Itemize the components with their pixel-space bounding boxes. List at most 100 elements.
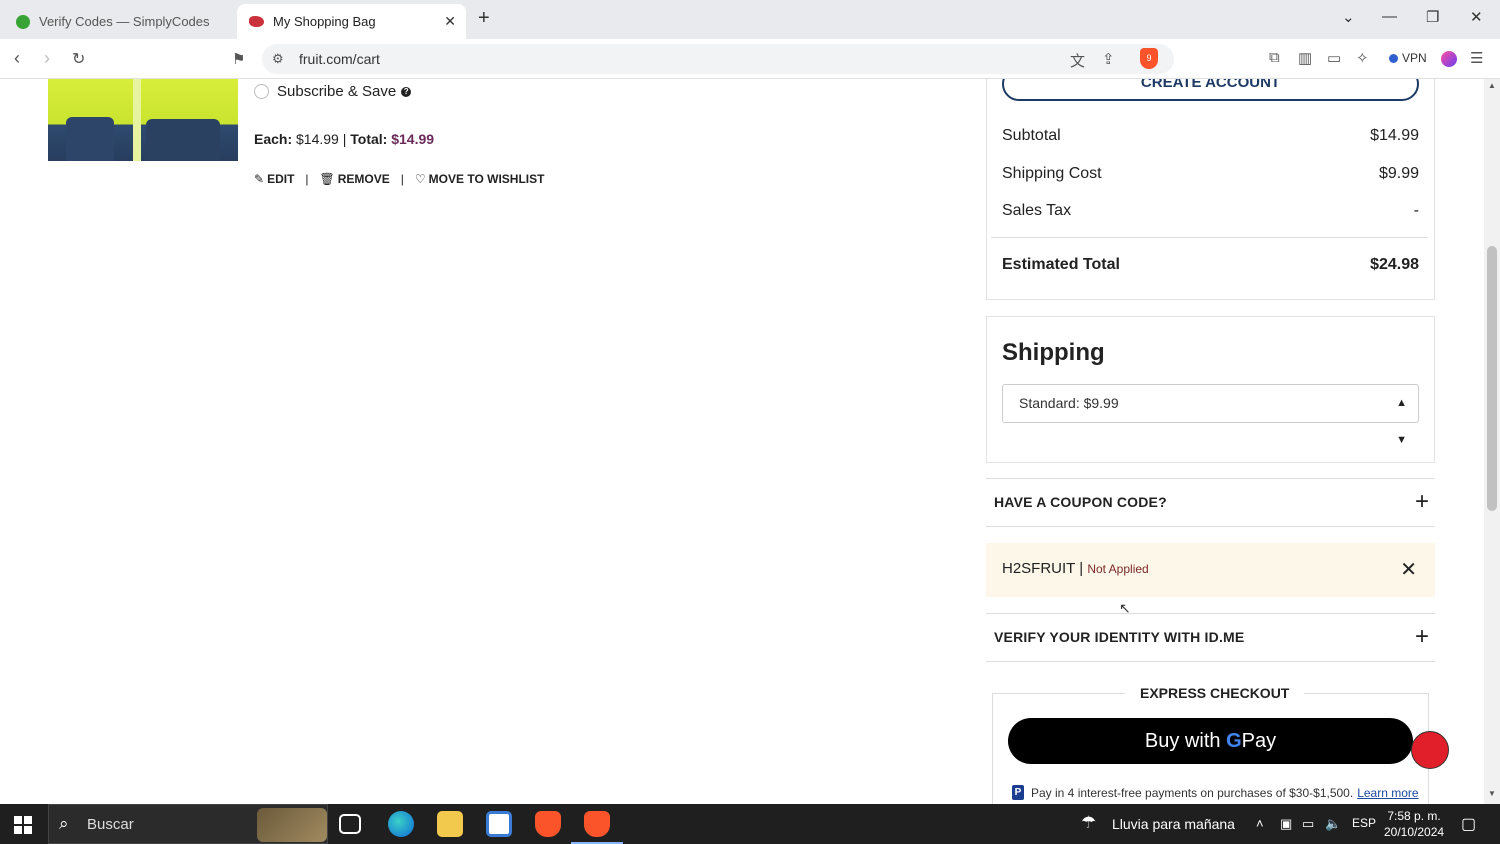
expand-plus-icon[interactable]: + — [1415, 488, 1429, 516]
shipping-cost-label: Shipping Cost — [1002, 165, 1102, 182]
weather-icon[interactable]: ☂ — [1081, 813, 1096, 833]
cart-page: Subscribe & Save ? Each: $14.99 | Total:… — [0, 79, 1500, 804]
device-icon[interactable]: ▣ — [1280, 816, 1292, 832]
search-highlight-image — [257, 808, 327, 842]
clock-time: 7:58 p. m. — [1387, 809, 1441, 823]
extensions-icon[interactable]: ⧉ — [1269, 49, 1280, 66]
vpn-label: VPN — [1402, 51, 1427, 65]
create-account-button[interactable]: CREATE ACCOUNT — [1002, 79, 1419, 101]
action-separator: | — [400, 172, 404, 186]
item-actions: ✎ EDIT | 🗑 REMOVE | ♡ MOVE TO WISHLIST — [254, 172, 544, 186]
coupon-separator: | — [1079, 560, 1084, 577]
notifications-icon[interactable]: ▢ — [1461, 814, 1476, 834]
shipping-selected-value: Standard: $9.99 — [1019, 395, 1119, 411]
volume-icon[interactable]: 🔈 — [1325, 816, 1341, 832]
subtotal-row: Subtotal $14.99 — [1002, 127, 1419, 145]
close-tab-icon[interactable]: ✕ — [444, 13, 456, 30]
address-bar[interactable]: ⚙ fruit.com/cart 文 ⇪ 9 — [262, 44, 1174, 74]
trash-icon: 🗑 — [319, 172, 335, 186]
site-info-icon[interactable]: ⚙ — [272, 51, 284, 67]
paypal-text: Pay in 4 interest-free payments on purch… — [1031, 785, 1354, 800]
remove-link[interactable]: 🗑 REMOVE — [320, 172, 390, 186]
file-explorer-icon[interactable] — [437, 811, 463, 837]
forward-icon[interactable]: › — [44, 48, 50, 69]
show-hidden-icons-icon[interactable]: ˄ — [1256, 816, 1264, 831]
action-separator: | — [305, 172, 309, 186]
scrollbar-thumb[interactable] — [1487, 246, 1497, 511]
help-icon[interactable]: ? — [401, 86, 412, 97]
microsoft-store-icon[interactable] — [486, 811, 512, 837]
minimize-icon[interactable]: — — [1382, 8, 1397, 25]
simplycodes-favicon-icon — [16, 14, 30, 29]
item-total-price: $14.99 — [391, 131, 435, 147]
share-icon[interactable]: ⇪ — [1102, 50, 1115, 68]
scroll-up-icon[interactable]: ▲ — [1488, 81, 1496, 90]
brave-shields-icon[interactable]: 9 — [1140, 48, 1158, 69]
paypal-installments: P Pay in 4 interest-free payments on pur… — [1012, 785, 1419, 800]
vpn-status-icon — [1389, 53, 1398, 63]
tab-shopping-bag[interactable]: My Shopping Bag ✕ — [237, 4, 466, 39]
coupon-accordion[interactable]: HAVE A COUPON CODE? + — [986, 478, 1435, 527]
brave-active-icon[interactable] — [571, 811, 623, 844]
language-indicator[interactable]: ESP — [1352, 816, 1376, 830]
vpn-button[interactable]: VPN — [1383, 47, 1433, 69]
windows-start-icon[interactable] — [14, 816, 32, 834]
idme-accordion-label: VERIFY YOUR IDENTITY WITH ID.ME — [994, 629, 1245, 645]
coupon-code-line: H2SFRUIT | Not Applied — [1002, 560, 1149, 577]
edit-link[interactable]: ✎ EDIT — [254, 172, 294, 186]
wishlist-link[interactable]: ♡ MOVE TO WISHLIST — [415, 172, 545, 186]
tab-strip: Verify Codes — SimplyCodes My Shopping B… — [0, 0, 1500, 39]
network-icon[interactable]: ▭ — [1302, 816, 1314, 832]
leo-ai-icon[interactable]: ✧ — [1356, 49, 1369, 67]
tab-title: My Shopping Bag — [273, 14, 376, 29]
shipping-method-select[interactable]: Standard: $9.99 ▲ ▼ — [1002, 384, 1419, 446]
gpay-prefix: Buy with — [1144, 730, 1221, 752]
brave-icon[interactable] — [535, 811, 561, 837]
expand-plus-icon[interactable]: + — [1415, 623, 1429, 651]
bookmark-icon[interactable]: ⚑ — [232, 50, 245, 68]
back-icon[interactable]: ‹ — [14, 48, 20, 69]
new-tab-icon[interactable]: + — [478, 7, 490, 30]
reload-icon[interactable]: ↻ — [72, 49, 85, 69]
brave-rewards-icon[interactable] — [1441, 51, 1457, 67]
scroll-down-icon[interactable]: ▼ — [1488, 789, 1496, 798]
product-image[interactable] — [48, 79, 238, 161]
edge-icon[interactable] — [388, 811, 414, 837]
page-scrollbar[interactable]: ▲ ▼ — [1484, 79, 1500, 804]
wishlist-label: MOVE TO WISHLIST — [428, 172, 545, 186]
tab-title: Verify Codes — SimplyCodes — [39, 14, 210, 29]
sales-tax-label: Sales Tax — [1002, 202, 1072, 219]
coupon-code: H2SFRUIT — [1002, 560, 1076, 577]
image-jeans-right — [146, 119, 220, 161]
learn-more-link[interactable]: Learn more — [1357, 786, 1418, 800]
sales-tax-row: Sales Tax - — [1002, 202, 1419, 220]
translate-icon[interactable]: 文 — [1070, 50, 1085, 71]
system-clock[interactable]: 7:58 p. m. 20/10/2024 — [1384, 808, 1444, 840]
fruit-favicon-icon — [249, 16, 264, 27]
maximize-icon[interactable]: ❐ — [1426, 8, 1439, 26]
wallet-icon[interactable]: ▭ — [1327, 49, 1341, 67]
remove-coupon-icon[interactable]: ✕ — [1400, 557, 1417, 582]
select-arrows-icon: ▲ ▼ — [1396, 397, 1407, 446]
edit-icon: ✎ — [254, 172, 265, 186]
subscribe-radio[interactable] — [254, 84, 269, 99]
chat-widget-button[interactable] — [1411, 731, 1449, 769]
task-view-icon[interactable] — [339, 814, 361, 834]
url-text[interactable]: fruit.com/cart — [299, 51, 380, 67]
tab-search-chevron-icon[interactable]: ⌄ — [1342, 8, 1355, 26]
taskbar-search[interactable]: ⌕ Buscar — [48, 804, 328, 844]
estimated-total-value: $24.98 — [1370, 256, 1419, 273]
google-pay-button[interactable]: Buy with GPay — [1008, 718, 1413, 764]
weather-text[interactable]: Lluvia para mañana — [1112, 816, 1235, 832]
close-window-icon[interactable]: ✕ — [1470, 8, 1483, 26]
sidebar-icon[interactable]: ▥ — [1298, 49, 1312, 67]
tab-simplycodes[interactable]: Verify Codes — SimplyCodes — [4, 4, 234, 39]
mouse-cursor-icon: ↖ — [1119, 600, 1131, 616]
shipping-cost-row: Shipping Cost $9.99 — [1002, 165, 1419, 183]
idme-accordion[interactable]: VERIFY YOUR IDENTITY WITH ID.ME + — [986, 613, 1435, 662]
subtotal-label: Subtotal — [1002, 127, 1061, 144]
each-price: $14.99 — [296, 131, 339, 147]
menu-icon[interactable]: ☰ — [1470, 49, 1483, 67]
estimated-total-label: Estimated Total — [1002, 256, 1120, 273]
subscribe-save-option[interactable]: Subscribe & Save ? — [254, 83, 412, 100]
